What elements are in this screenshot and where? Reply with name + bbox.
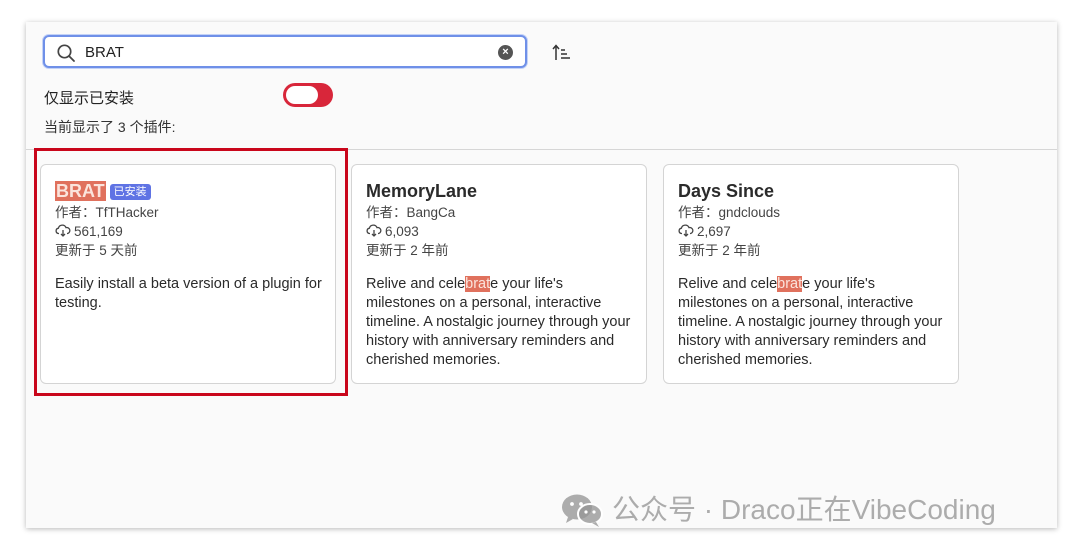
installed-badge: 已安装 <box>109 184 151 200</box>
plugin-downloads: 561,169 <box>55 222 322 241</box>
plugin-card-brat[interactable]: BRAT 已安装 作者：TfTHacker 561,169 更新于 5 天前 Ea… <box>40 164 336 384</box>
download-count: 2,697 <box>697 224 731 239</box>
desc-text: Relive and cele <box>678 276 778 292</box>
search-icon <box>57 44 75 62</box>
plugin-name: MemoryLane <box>366 181 478 201</box>
download-cloud-icon <box>678 224 694 237</box>
plugin-updated: 更新于 2 年前 <box>366 243 449 258</box>
installed-only-toggle[interactable] <box>283 83 333 107</box>
sort-ascending-icon[interactable] <box>552 43 572 63</box>
download-cloud-icon <box>366 224 382 237</box>
plugin-updated: 更新于 5 天前 <box>55 243 138 258</box>
plugin-updated: 更新于 2 年前 <box>678 243 761 258</box>
search-match: brat <box>465 276 491 292</box>
watermark-text: 公众号 · Draco正在VibeCoding <box>612 494 996 525</box>
plugin-author: 作者：TfTHacker <box>55 205 159 220</box>
plugin-name: BRAT <box>55 181 106 201</box>
toggle-knob <box>286 86 318 104</box>
download-cloud-icon <box>55 224 71 237</box>
search-input[interactable] <box>85 40 465 64</box>
desc-text: Relive and cele <box>366 276 466 292</box>
plugin-card-memorylane[interactable]: MemoryLane 作者：BangCa 6,093 更新于 2 年前 Reli… <box>351 164 647 384</box>
watermark: 公众号 · Draco正在VibeCoding <box>560 490 996 530</box>
search-match: brat <box>777 276 803 292</box>
plugin-browser-panel: × 仅显示已安装 当前显示了 3 个插件: BRAT已安装 作者：TfTHack… <box>26 22 1057 528</box>
plugin-description: Relive and celebrate your life's milesto… <box>678 275 945 370</box>
download-count: 561,169 <box>74 224 123 239</box>
plugin-name: Days Since <box>678 181 775 201</box>
divider <box>26 149 1057 150</box>
clear-icon[interactable]: × <box>498 45 513 60</box>
plugin-description: Relive and celebrate your life's milesto… <box>366 275 633 370</box>
installed-only-label: 仅显示已安装 <box>44 90 135 107</box>
plugin-downloads: 2,697 <box>678 222 945 241</box>
plugin-description: Easily install a beta version of a plugi… <box>55 276 322 311</box>
plugin-author: 作者：gndclouds <box>678 205 781 220</box>
plugin-author: 作者：BangCa <box>366 205 456 220</box>
plugin-card-days-since[interactable]: Days Since 作者：gndclouds 2,697 更新于 2 年前 R… <box>663 164 959 384</box>
plugin-downloads: 6,093 <box>366 222 633 241</box>
wechat-icon <box>562 494 603 527</box>
search-box[interactable]: × <box>43 35 527 68</box>
result-count: 当前显示了 3 个插件: <box>44 119 176 135</box>
plugin-title: BRAT 已安装 <box>55 179 322 203</box>
download-count: 6,093 <box>385 224 419 239</box>
